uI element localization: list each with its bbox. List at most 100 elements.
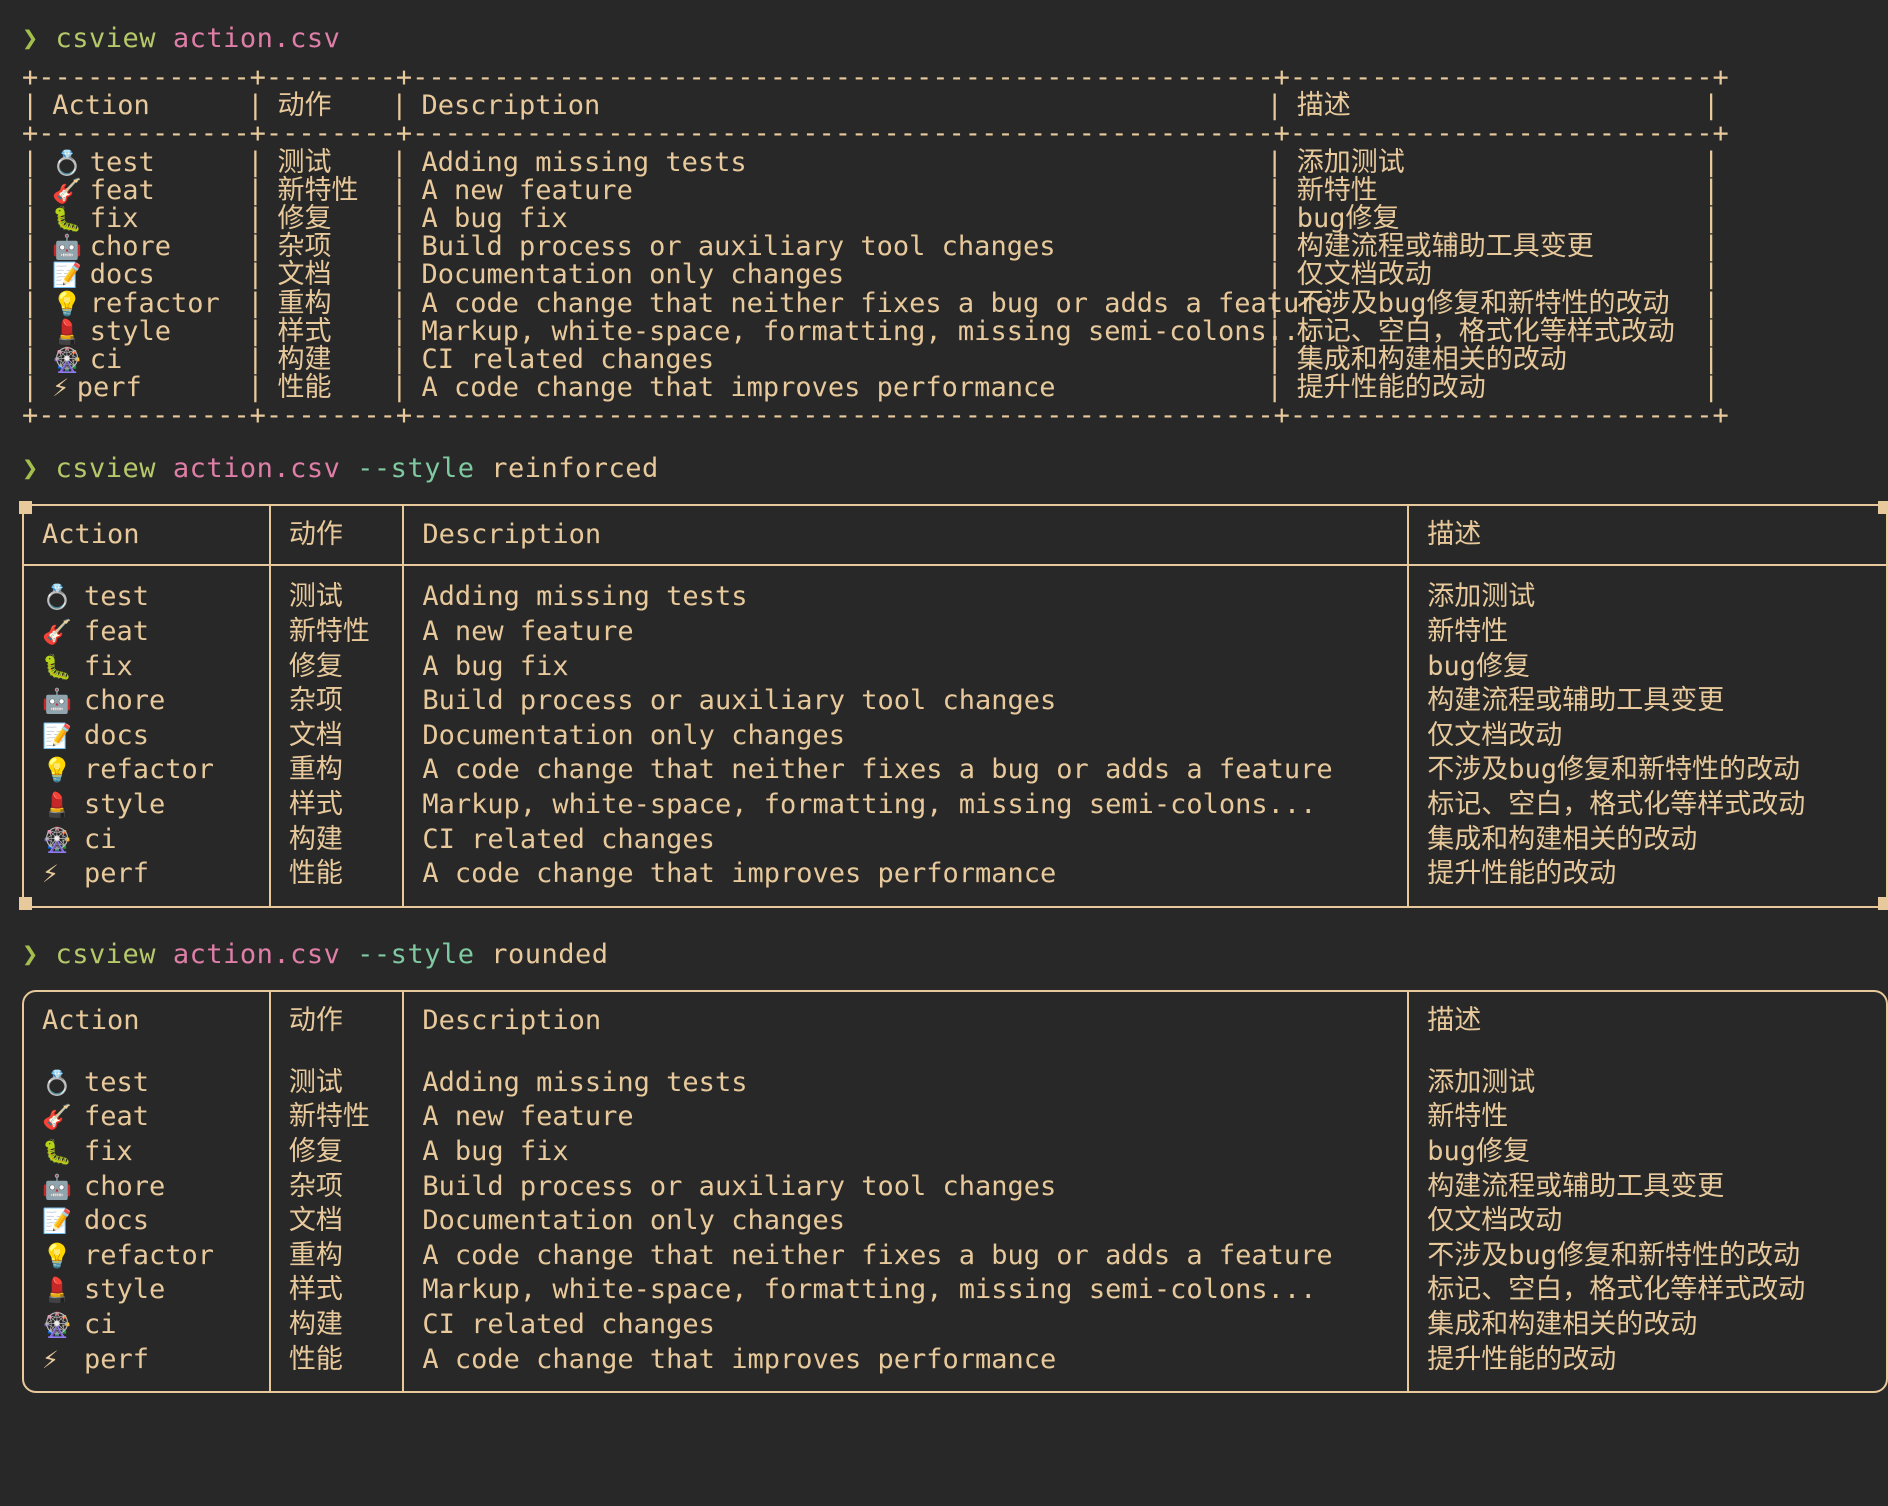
cell-description: A code change that neither fixes a bug o… xyxy=(422,1239,1407,1274)
ascii-cell: 构建 xyxy=(277,343,332,375)
ascii-cell: Action xyxy=(52,90,150,122)
cell-text: 修复 xyxy=(288,650,343,682)
cell-text: 重构 xyxy=(288,754,343,786)
body-cell-action: 💍 test 🎸 feat 🐛 fix 🤖 chore 📝 docs 💡 refactor 💄 style… xyxy=(22,564,271,908)
ascii-cell: 📝 docs xyxy=(36,261,247,290)
command-file-3: action.csv xyxy=(172,938,341,970)
ascii-rule: +-------------+--------+----------------… xyxy=(22,118,1729,150)
ascii-cell-text: perf xyxy=(76,372,142,404)
cell-action_cn: 构建 xyxy=(289,823,402,858)
cell-description: A bug fix xyxy=(422,650,1407,685)
ascii-cell: A new feature xyxy=(421,174,633,206)
ascii-cell: 构建流程或辅助工具变更 xyxy=(1296,231,1594,263)
ascii-vbar: | xyxy=(1266,174,1283,206)
lipstick-icon: 💄 xyxy=(42,791,72,820)
cell-action: 💡 refactor xyxy=(42,1239,269,1274)
ascii-vbar: | xyxy=(247,315,264,347)
cell-action: ⚡ perf xyxy=(42,1343,269,1378)
table-row: | 📝 docs | 文档 | Documentation only changes | 仅文… xyxy=(22,259,1888,291)
cell-description_cn: 新特性 xyxy=(1427,615,1886,650)
cell-action-label: ci xyxy=(84,1308,117,1340)
prompt-line-1: ❯ csview action.csv xyxy=(22,18,1888,60)
header-cell: 描述 xyxy=(1427,1004,1482,1036)
cell-description_cn: 构建流程或辅助工具变更 xyxy=(1427,684,1886,719)
memo-icon: 📝 xyxy=(42,1207,72,1236)
robot-icon: 🤖 xyxy=(52,233,90,262)
command-file-1: action.csv xyxy=(172,23,341,54)
ascii-vbar: | xyxy=(1703,343,1720,375)
cell-text: Markup, white-space, formatting, missing… xyxy=(422,789,1317,821)
cell-description: CI related changes xyxy=(422,823,1407,858)
bug-icon: 🐛 xyxy=(42,652,72,681)
cell-action: 🤖 chore xyxy=(42,1170,269,1205)
header-cell: Action xyxy=(23,990,271,1051)
ascii-rule: +-------------+--------+----------------… xyxy=(22,62,1729,93)
cell-text: Adding missing tests xyxy=(422,1066,748,1098)
command-flag-2: --style xyxy=(357,453,475,485)
ascii-vbar: | xyxy=(247,343,264,375)
ascii-cell: Build process or auxiliary tool changes xyxy=(421,231,1056,263)
ascii-vbar: | xyxy=(1703,287,1720,319)
cell-action_cn: 新特性 xyxy=(289,1100,402,1135)
ascii-vbar: | xyxy=(22,315,39,347)
cell-description_cn: 新特性 xyxy=(1427,1100,1886,1135)
cell-action-label: docs xyxy=(84,719,150,751)
ascii-cell: 提升性能的改动 xyxy=(1296,372,1486,404)
cell-description_cn: bug修复 xyxy=(1427,1135,1886,1170)
lightning-icon: ⚡ xyxy=(42,1345,59,1374)
cell-text: 修复 xyxy=(288,1136,343,1168)
cell-text: 仅文档改动 xyxy=(1427,1205,1563,1237)
cell-text: 新特性 xyxy=(288,1101,370,1133)
ascii-vbar: | xyxy=(247,174,264,206)
ascii-vbar: | xyxy=(1703,372,1720,404)
ascii-cell: 标记、空白，格式化等样式改动 xyxy=(1296,315,1675,347)
cell-action-label: test xyxy=(84,1066,150,1098)
terminal-screen: ❯ csview action.csv +-------------+-----… xyxy=(0,0,1888,1506)
cell-description: A code change that improves performance xyxy=(422,1343,1407,1378)
cell-action-label: feat xyxy=(84,1101,150,1133)
cell-description: A new feature xyxy=(422,1100,1407,1135)
cell-action-label: docs xyxy=(84,1205,150,1237)
ascii-vbar: | xyxy=(391,231,408,263)
cell-text: 文档 xyxy=(288,719,343,751)
ascii-vbar: | xyxy=(391,372,408,404)
ascii-vbar: | xyxy=(391,90,408,122)
cell-description_cn: 仅文档改动 xyxy=(1427,719,1886,754)
ascii-cell: 新特性 xyxy=(277,174,359,206)
ascii-cell: 杂项 xyxy=(277,231,332,263)
command-program-3: csview xyxy=(55,938,157,970)
header-row: | Action | 动作 | Description | 描述 | xyxy=(22,92,1888,120)
cell-description_cn: 集成和构建相关的改动 xyxy=(1427,823,1886,858)
prompt-symbol-2: ❯ xyxy=(22,453,39,485)
cell-action-label: test xyxy=(84,581,150,613)
cell-action-label: ci xyxy=(84,823,117,855)
cell-text: A bug fix xyxy=(422,1136,569,1168)
cell-text: 构建流程或辅助工具变更 xyxy=(1427,1170,1725,1202)
cell-action: 💡 refactor xyxy=(42,753,269,788)
ascii-vbar: | xyxy=(1266,259,1283,291)
ascii-vbar: | xyxy=(247,372,264,404)
lightbulb-icon: 💡 xyxy=(42,1241,72,1270)
cell-text: A code change that improves performance xyxy=(422,858,1057,890)
ascii-cell: CI related changes xyxy=(421,343,715,375)
body-cell-description_cn: 添加测试 新特性 bug修复 构建流程或辅助工具变更 仅文档改动 不涉及bug修复和新特性… xyxy=(1407,564,1888,908)
ascii-vbar: | xyxy=(1703,174,1720,206)
cell-text: 构建 xyxy=(288,823,343,855)
lightbulb-icon: 💡 xyxy=(52,289,90,318)
cell-text: Markup, white-space, formatting, missing… xyxy=(422,1274,1317,1306)
ascii-vbar: | xyxy=(1266,146,1283,178)
lightbulb-icon: 💡 xyxy=(42,756,72,785)
ascii-vbar: | xyxy=(247,146,264,178)
table-row: | ⚡ perf | 性能 | A code change that improves p… xyxy=(22,372,1888,404)
table-row: | 🎸 feat | 新特性 | A new feature | 新特性 | xyxy=(22,174,1888,206)
robot-icon: 🤖 xyxy=(42,687,72,716)
cell-action_cn: 修复 xyxy=(289,650,402,685)
command-value-3: rounded xyxy=(491,938,609,970)
ascii-cell: Markup, white-space, formatting, missing… xyxy=(421,315,1316,347)
reinforced-table-wrap: Action 动作 Description 描述 💍 test 🎸 feat 🐛 fix 🤖 chor… xyxy=(19,501,1888,911)
ascii-vbar: | xyxy=(22,202,39,234)
cell-text: A new feature xyxy=(422,1101,634,1133)
table-row: | 🐛 fix | 修复 | A bug fix | bug修复 | xyxy=(22,202,1888,234)
cell-description_cn: 集成和构建相关的改动 xyxy=(1427,1308,1886,1343)
